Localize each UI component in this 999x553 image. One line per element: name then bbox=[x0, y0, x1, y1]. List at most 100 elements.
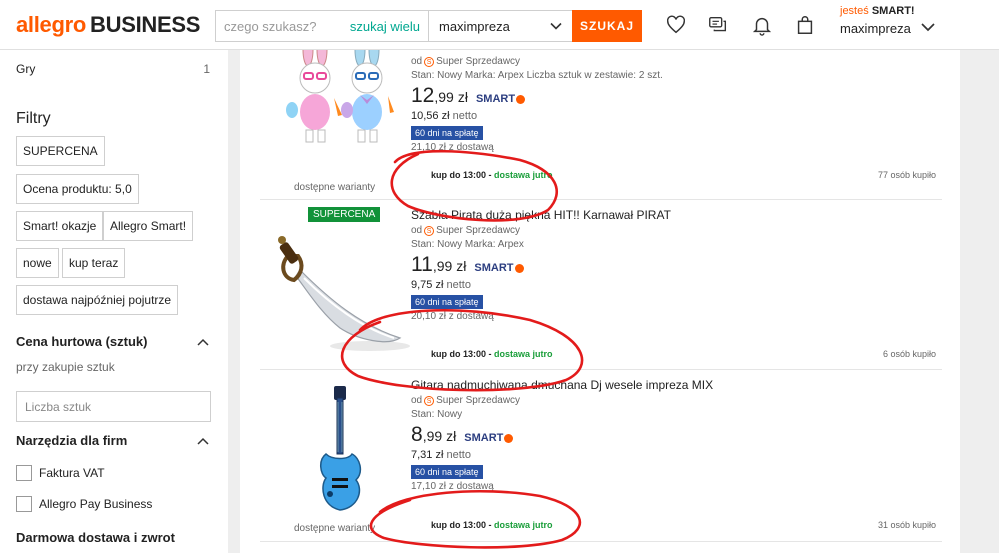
variants-label: dostępne warianty bbox=[294, 182, 376, 193]
smart-dot-icon bbox=[516, 94, 526, 104]
product-attributes: Stan: Nowy bbox=[411, 409, 463, 420]
delivery-promise: kup do 13:00 - dostawa jutro bbox=[431, 170, 553, 180]
category-count: 1 bbox=[203, 62, 210, 76]
quantity-input[interactable]: Liczba sztuk bbox=[16, 391, 211, 422]
seller-name: Super Sprzedawcy bbox=[436, 225, 521, 236]
price: 12,99 zł SMART bbox=[411, 84, 831, 108]
smart-prefix: jesteś bbox=[840, 5, 869, 17]
top-bar: allegro BUSINESS czego szukasz? szukaj wi… bbox=[0, 0, 999, 50]
listing-info: Gitara nadmuchiwana dmuchana Dj wesele i… bbox=[411, 378, 831, 492]
super-seller-icon: S bbox=[424, 225, 435, 236]
net-price: 7,31 zł netto bbox=[411, 449, 831, 461]
filter-chip[interactable]: SUPERCENA bbox=[16, 136, 105, 166]
wholesale-hint: przy zakupie sztuk bbox=[16, 360, 115, 374]
price-decimal: ,99 bbox=[432, 258, 453, 274]
net-price: 9,75 zł netto bbox=[411, 279, 831, 291]
allegro-business-logo[interactable]: allegro BUSINESS bbox=[16, 12, 200, 38]
seller-line: od S Super Sprzedawcy bbox=[411, 56, 831, 67]
delivery-promise: kup do 13:00 - dostawa jutro bbox=[431, 349, 553, 359]
logo-suffix: BUSINESS bbox=[90, 12, 201, 37]
delivery-tomorrow: dostawa jutro bbox=[494, 349, 553, 359]
wholesale-section-header[interactable]: Cena hurtowa (sztuk) bbox=[16, 334, 210, 349]
category-select[interactable]: maximpreza bbox=[429, 11, 571, 41]
bag-icon[interactable] bbox=[794, 14, 816, 36]
listing-item[interactable]: dostępne warianty od S Super Sprzedawcy St… bbox=[260, 40, 942, 200]
product-title[interactable]: Gitara nadmuchiwana dmuchana Dj wesele i… bbox=[411, 378, 831, 392]
chevron-up-icon bbox=[197, 437, 209, 445]
super-seller-icon: S bbox=[424, 56, 435, 67]
price-currency: zł bbox=[457, 89, 468, 105]
allegro-pay-business-checkbox[interactable]: Allegro Pay Business bbox=[16, 496, 152, 512]
seller-prefix: od bbox=[411, 225, 423, 236]
smart-text: SMART bbox=[464, 432, 504, 444]
filter-chip[interactable]: dostawa najpóźniej pojutrze bbox=[16, 285, 179, 315]
product-image[interactable] bbox=[270, 382, 410, 517]
delivery-cutoff: kup do 13:00 - bbox=[431, 170, 492, 180]
filter-chip[interactable]: kup teraz bbox=[62, 248, 126, 278]
smart-dot-icon bbox=[514, 263, 524, 273]
price-currency: zł bbox=[456, 258, 467, 274]
price-with-delivery: 17,10 zł z dostawą bbox=[411, 481, 494, 492]
net-label: netto bbox=[446, 279, 471, 291]
listing-info: Szabla Pirata duża piękna HIT!! Karnawał… bbox=[411, 208, 831, 322]
delivery-cutoff: kup do 13:00 - bbox=[431, 349, 492, 359]
search-placeholder: czego szukasz? bbox=[224, 18, 317, 34]
product-image[interactable] bbox=[270, 40, 410, 148]
free-delivery-title[interactable]: Darmowa dostawa i zwrot bbox=[16, 530, 210, 545]
search-bar: czego szukasz? szukaj wielu maximpreza S… bbox=[215, 10, 642, 42]
business-tools-header[interactable]: Narzędzia dla firm bbox=[16, 433, 210, 448]
smart-badge: SMART bbox=[474, 262, 524, 274]
bought-count: 77 osób kupiło bbox=[877, 170, 936, 180]
delivery-tomorrow: dostawa jutro bbox=[494, 520, 553, 530]
checkbox[interactable] bbox=[16, 496, 32, 512]
vat-invoice-checkbox[interactable]: Faktura VAT bbox=[16, 465, 105, 481]
listing-item[interactable]: dostępne warianty Gitara nadmuchiwana dm… bbox=[260, 370, 942, 542]
search-button[interactable]: SZUKAJ bbox=[572, 10, 642, 42]
smart-status: jesteś SMART! bbox=[840, 5, 950, 17]
price-with-delivery: 20,10 zł z dostawą bbox=[411, 311, 494, 322]
price: 11,99 zł SMART bbox=[411, 253, 831, 277]
chat-icon[interactable] bbox=[707, 14, 729, 36]
bought-count: 6 osób kupiło bbox=[882, 349, 936, 359]
filter-chip[interactable]: Smart! okazje bbox=[16, 211, 104, 241]
filters-title: Filtry bbox=[16, 110, 51, 127]
pay-later-badge[interactable]: 60 dni na spłatę bbox=[411, 126, 483, 140]
price-decimal: ,99 bbox=[422, 428, 443, 444]
smart-badge: SMART bbox=[475, 93, 526, 105]
delivery-tomorrow: dostawa jutro bbox=[494, 170, 553, 180]
search-input[interactable]: czego szukasz? szukaj wielu bbox=[216, 11, 429, 41]
smart-dot-icon bbox=[504, 433, 514, 443]
filter-chip[interactable]: nowe bbox=[16, 248, 59, 278]
product-title[interactable]: Szabla Pirata duża piękna HIT!! Karnawał… bbox=[411, 208, 831, 222]
net-price: 10,56 zł netto bbox=[411, 110, 831, 122]
seller-line: od S Super Sprzedawcy bbox=[411, 225, 831, 236]
price-integer: 8 bbox=[411, 423, 423, 446]
net-value: 9,75 zł bbox=[411, 279, 444, 291]
category-label: Gry bbox=[16, 62, 36, 76]
listing-item[interactable]: SUPERCENA Szabla Pirata duża piękna HIT!… bbox=[260, 200, 942, 370]
delivery-cutoff: kup do 13:00 - bbox=[431, 520, 492, 530]
chevron-down-icon[interactable] bbox=[920, 20, 936, 34]
pay-later-badge[interactable]: 60 dni na spłatę bbox=[411, 465, 483, 479]
seller-line: od S Super Sprzedawcy bbox=[411, 395, 831, 406]
smart-label: SMART! bbox=[871, 5, 915, 17]
product-attributes: Stan: Nowy Marka: Arpex bbox=[411, 239, 524, 250]
delivery-promise: kup do 13:00 - dostawa jutro bbox=[431, 520, 553, 530]
product-image[interactable] bbox=[270, 230, 410, 360]
filter-chip[interactable]: Ocena produktu: 5,0 bbox=[16, 174, 139, 204]
checkbox[interactable] bbox=[16, 465, 32, 481]
category-row[interactable]: Gry 1 bbox=[16, 62, 210, 76]
checkbox-label: Allegro Pay Business bbox=[39, 497, 153, 511]
filters-sidebar: Gry 1 Filtry SUPERCENA Ocena produktu: 5… bbox=[0, 50, 228, 553]
smart-text: SMART bbox=[475, 93, 516, 105]
search-many-link[interactable]: szukaj wielu bbox=[350, 19, 420, 34]
filter-chip[interactable]: Allegro Smart! bbox=[103, 211, 194, 241]
supercena-badge: SUPERCENA bbox=[308, 207, 381, 222]
seller-prefix: od bbox=[411, 56, 423, 67]
heart-icon[interactable] bbox=[665, 14, 687, 36]
bell-icon[interactable] bbox=[751, 14, 773, 36]
net-value: 7,31 zł bbox=[411, 449, 444, 461]
price-integer: 12 bbox=[411, 84, 435, 107]
pay-later-badge[interactable]: 60 dni na spłatę bbox=[411, 295, 483, 309]
price-decimal: ,99 bbox=[434, 89, 454, 105]
